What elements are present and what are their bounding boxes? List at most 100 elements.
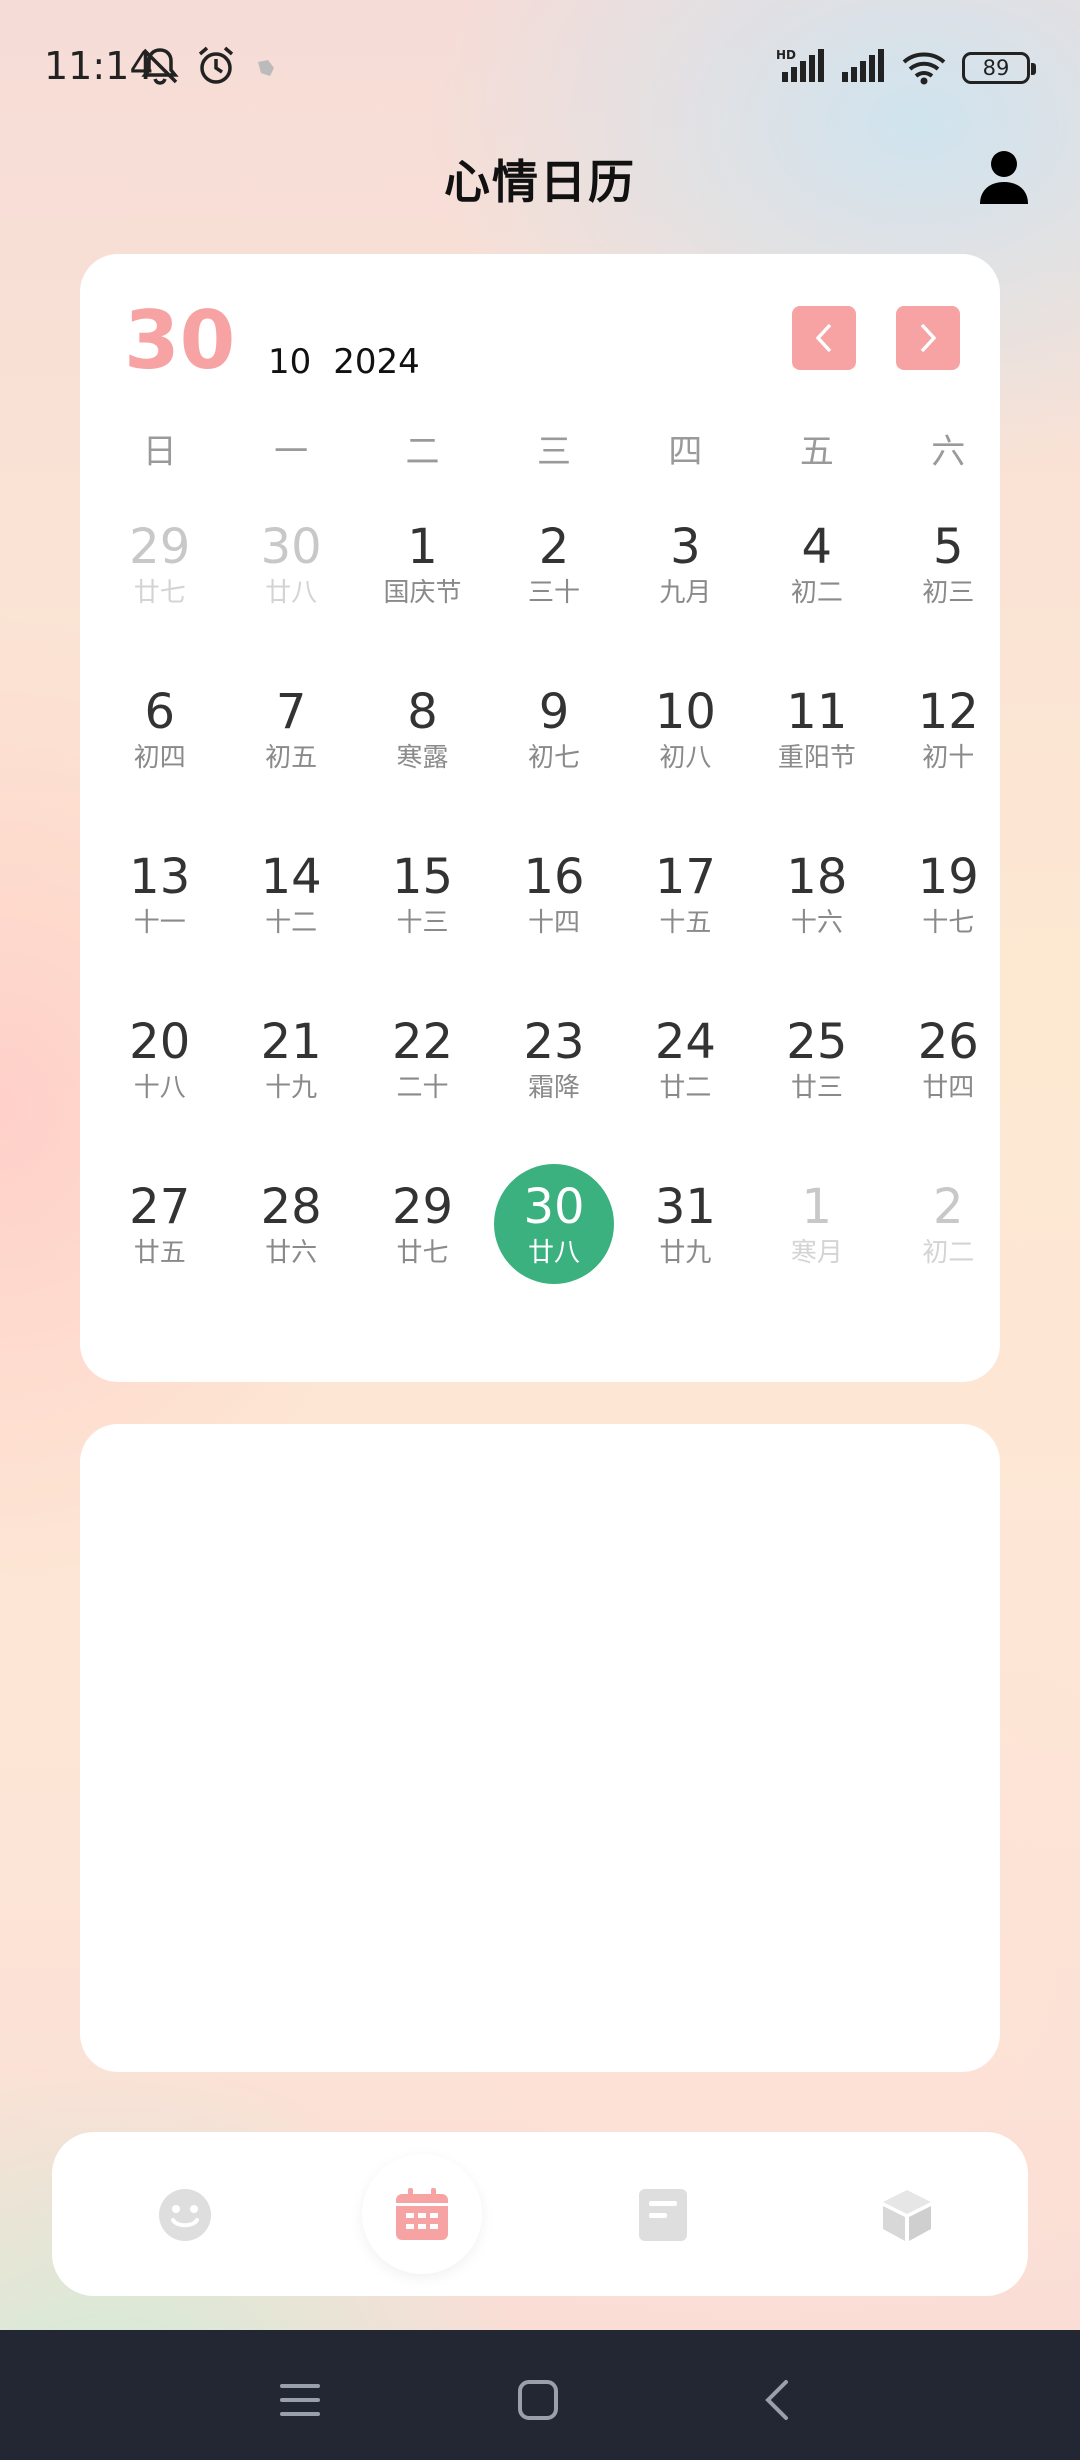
calendar-week-row: 6 初四 7 初五 8 寒露 9 初七 10 初八 11 重阳节 12 初十 — [94, 669, 1014, 834]
calendar-day[interactable]: 11 重阳节 — [751, 669, 882, 789]
battery-level: 89 — [982, 56, 1010, 80]
calendar-day-selected[interactable]: 30 廿八 — [488, 1164, 619, 1284]
lunar-date: 初三 — [922, 578, 975, 608]
calendar-day[interactable]: 2 三十 — [488, 504, 619, 624]
day-number: 28 — [260, 1179, 322, 1235]
alarm-icon — [198, 46, 234, 84]
calendar-day[interactable]: 29 廿七 — [94, 504, 225, 624]
home-button[interactable] — [508, 2370, 568, 2430]
lunar-date: 初四 — [133, 743, 186, 773]
calendar-day[interactable]: 5 初三 — [883, 504, 1014, 624]
day-number: 11 — [786, 684, 848, 740]
battery-indicator: 89 — [962, 52, 1036, 84]
lunar-date: 廿六 — [265, 1238, 318, 1268]
calendar-day[interactable]: 10 初八 — [620, 669, 751, 789]
calendar-day[interactable]: 7 初五 — [225, 669, 356, 789]
lunar-date: 廿九 — [659, 1238, 712, 1268]
notification-icon — [258, 60, 274, 76]
calendar-day[interactable]: 19 十七 — [883, 834, 1014, 954]
tab-mood[interactable] — [140, 2170, 230, 2260]
lunar-date: 十四 — [527, 908, 580, 938]
calendar-day[interactable]: 22 二十 — [357, 999, 488, 1119]
back-button[interactable] — [748, 2370, 808, 2430]
calendar-day[interactable]: 4 初二 — [751, 504, 882, 624]
calendar-day[interactable]: 30 廿八 — [225, 504, 356, 624]
signal-hd-icon: HD — [776, 48, 824, 82]
weekday-label: 二 — [405, 432, 440, 472]
calendar-day[interactable]: 3 九月 — [620, 504, 751, 624]
system-nav-bar — [0, 2330, 1080, 2460]
lunar-date: 九月 — [659, 578, 712, 608]
day-number: 14 — [260, 849, 322, 905]
weekday-label: 四 — [668, 432, 703, 472]
mood-detail-card — [80, 1424, 1000, 2072]
calendar-day[interactable]: 14 十二 — [225, 834, 356, 954]
calendar-day[interactable]: 28 廿六 — [225, 1164, 356, 1284]
calendar-day[interactable]: 27 廿五 — [94, 1164, 225, 1284]
lunar-date: 十八 — [133, 1073, 186, 1103]
day-number: 20 — [129, 1014, 191, 1070]
tab-notes[interactable] — [618, 2170, 708, 2260]
day-number: 30 — [260, 519, 322, 575]
prev-month-button[interactable] — [792, 306, 856, 370]
day-number: 2 — [538, 519, 570, 575]
day-number: 22 — [392, 1014, 454, 1070]
calendar-day[interactable]: 31 廿九 — [620, 1164, 751, 1284]
home-square-icon — [518, 2380, 558, 2420]
day-number: 9 — [538, 684, 570, 740]
calendar-day[interactable]: 24 廿二 — [620, 999, 751, 1119]
chevron-right-icon — [920, 323, 937, 353]
calendar-day[interactable]: 12 初十 — [883, 669, 1014, 789]
calendar-day[interactable]: 2 初二 — [883, 1164, 1014, 1284]
calendar-day[interactable]: 17 十五 — [620, 834, 751, 954]
bottom-tab-bar — [52, 2132, 1028, 2296]
day-number: 5 — [932, 519, 964, 575]
lunar-date: 十七 — [922, 908, 975, 938]
lunar-date: 廿七 — [396, 1238, 449, 1268]
svg-text:HD: HD — [776, 48, 796, 62]
calendar-day[interactable]: 8 寒露 — [357, 669, 488, 789]
calendar-day[interactable]: 6 初四 — [94, 669, 225, 789]
calendar-day[interactable]: 29 廿七 — [357, 1164, 488, 1284]
chevron-left-icon — [815, 323, 832, 353]
day-number: 30 — [523, 1179, 585, 1235]
weekday-label: 日 — [142, 432, 177, 472]
bell-muted-icon — [141, 48, 179, 85]
day-number: 1 — [801, 1179, 833, 1235]
day-number: 18 — [786, 849, 848, 905]
calendar-day[interactable]: 1 国庆节 — [357, 504, 488, 624]
tab-box[interactable] — [862, 2170, 952, 2260]
calendar-day[interactable]: 21 十九 — [225, 999, 356, 1119]
calendar-day[interactable]: 23 霜降 — [488, 999, 619, 1119]
calendar-day[interactable]: 25 廿三 — [751, 999, 882, 1119]
day-number: 26 — [917, 1014, 979, 1070]
lunar-date: 廿八 — [265, 578, 318, 608]
user-icon — [980, 151, 1028, 204]
calendar-day[interactable]: 15 十三 — [357, 834, 488, 954]
smiley-icon — [159, 2189, 211, 2241]
lunar-date: 初五 — [265, 743, 318, 773]
next-month-button[interactable] — [896, 306, 960, 370]
day-number: 24 — [654, 1014, 716, 1070]
weekday-label: 五 — [799, 432, 834, 472]
calendar-day[interactable]: 20 十八 — [94, 999, 225, 1119]
day-number: 12 — [917, 684, 979, 740]
lunar-date: 初二 — [790, 578, 843, 608]
calendar-day[interactable]: 1 寒月 — [751, 1164, 882, 1284]
lunar-date: 廿二 — [659, 1073, 712, 1103]
page-title: 心情日历 — [444, 155, 636, 209]
day-number: 19 — [917, 849, 979, 905]
calendar-day[interactable]: 9 初七 — [488, 669, 619, 789]
calendar-day[interactable]: 18 十六 — [751, 834, 882, 954]
recents-button[interactable] — [270, 2370, 330, 2430]
calendar-day[interactable]: 13 十一 — [94, 834, 225, 954]
calendar-day[interactable]: 16 十四 — [488, 834, 619, 954]
day-number: 7 — [275, 684, 307, 740]
day-number: 31 — [654, 1179, 716, 1235]
month-label: 10 — [268, 342, 312, 382]
day-number: 10 — [654, 684, 716, 740]
day-number: 13 — [129, 849, 191, 905]
calendar-day[interactable]: 26 廿四 — [883, 999, 1014, 1119]
tab-calendar[interactable] — [362, 2154, 482, 2274]
user-profile-button[interactable] — [976, 148, 1032, 208]
